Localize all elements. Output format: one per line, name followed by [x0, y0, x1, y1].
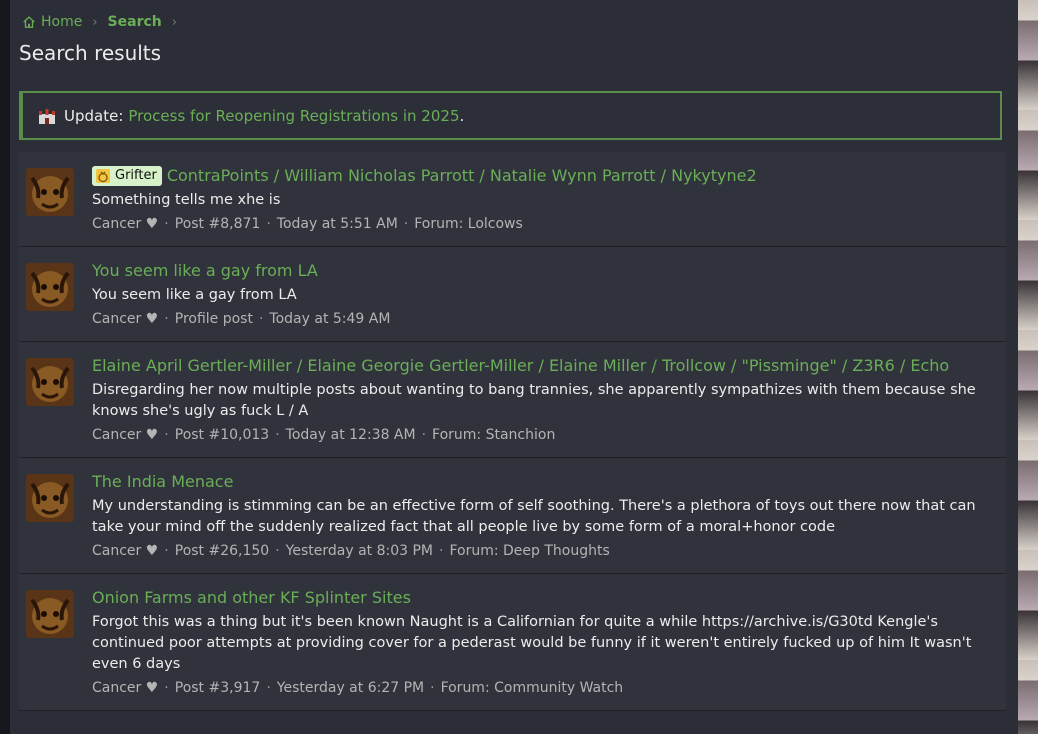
result-type: Profile post	[174, 311, 253, 327]
result-forum[interactable]: Forum: Community Watch	[441, 680, 624, 696]
result-meta: Cancer ♥ · Profile post · Today at 5:49 AM	[92, 311, 391, 327]
result-snippet: My understanding is stimming can be an e…	[92, 498, 976, 535]
result-snippet: Forgot this was a thing but it's been kn…	[92, 614, 972, 672]
breadcrumb-home[interactable]: Home	[22, 14, 82, 30]
result-snippet: Disregarding her now multiple posts abou…	[92, 382, 976, 419]
badge-label: Grifter	[115, 168, 157, 183]
search-result: You seem like a gay from LA You seem lik…	[19, 247, 1006, 342]
search-result: Grifter ContraPoints / William Nicholas …	[19, 152, 1006, 247]
notice-link[interactable]: Process for Reopening Registrations in 2…	[128, 107, 459, 125]
avatar[interactable]	[26, 168, 74, 216]
result-meta: Cancer ♥ · Post #8,871 · Today at 5:51 AM · Fo…	[92, 216, 523, 232]
result-forum[interactable]: Forum: Stanchion	[432, 427, 555, 443]
result-title-link[interactable]: Onion Farms and other KF Splinter Sites	[92, 586, 411, 610]
breadcrumb-home-label: Home	[41, 14, 83, 30]
avatar-image	[26, 358, 74, 406]
avatar-image	[26, 590, 74, 638]
search-result: Onion Farms and other KF Splinter Sites …	[19, 574, 1006, 711]
result-type: Post #10,013	[174, 427, 270, 443]
result-time: Today at 12:38 AM	[285, 427, 416, 443]
result-time: Today at 5:49 AM	[269, 311, 391, 327]
breadcrumb: Home › Search ›	[22, 14, 187, 30]
avatar-image	[26, 168, 74, 216]
result-author[interactable]: Cancer ♥	[92, 216, 158, 232]
page-body: Home › Search › Search results Update: P…	[10, 0, 1018, 734]
avatar-image	[26, 263, 74, 311]
result-time: Yesterday at 8:03 PM	[285, 543, 434, 559]
result-title-link[interactable]: You seem like a gay from LA	[92, 259, 318, 283]
notice-period: .	[459, 106, 465, 125]
result-type: Post #8,871	[174, 216, 261, 232]
result-type: Post #3,917	[174, 680, 261, 696]
result-author[interactable]: Cancer ♥	[92, 680, 158, 696]
result-author[interactable]: Cancer ♥	[92, 543, 158, 559]
avatar[interactable]	[26, 474, 74, 522]
avatar[interactable]	[26, 263, 74, 311]
result-author[interactable]: Cancer ♥	[92, 427, 158, 443]
site-notice: Update: Process for Reopening Registrati…	[19, 91, 1002, 140]
search-results-list: Grifter ContraPoints / William Nicholas …	[19, 152, 1006, 711]
result-forum[interactable]: Forum: Lolcows	[414, 216, 523, 232]
result-type: Post #26,150	[174, 543, 270, 559]
search-result: The India Menace My understanding is sti…	[19, 458, 1006, 574]
result-snippet: Something tells me xhe is	[92, 192, 281, 208]
result-meta: Cancer ♥ · Post #3,917 · Yesterday at 6:27 P…	[92, 680, 624, 696]
notice-lead: Update:	[64, 106, 124, 125]
result-title-link[interactable]: ContraPoints / William Nicholas Parrott …	[167, 164, 757, 188]
chevron-right-icon: ›	[92, 14, 98, 30]
search-result: Elaine April Gertler-Miller / Elaine Geo…	[19, 342, 1006, 458]
result-title-link[interactable]: Elaine April Gertler-Miller / Elaine Geo…	[92, 354, 949, 378]
result-meta: Cancer ♥ · Post #10,013 · Today at 12:38 AM ·…	[92, 427, 556, 443]
result-forum[interactable]: Forum: Deep Thoughts	[449, 543, 609, 559]
page-title: Search results	[19, 41, 162, 65]
home-icon	[23, 16, 35, 28]
result-author[interactable]: Cancer ♥	[92, 311, 158, 327]
avatar[interactable]	[26, 590, 74, 638]
chevron-right-icon: ›	[171, 14, 177, 30]
result-time: Today at 5:51 AM	[276, 216, 398, 232]
breadcrumb-search[interactable]: Search	[108, 14, 162, 30]
result-title-link[interactable]: The India Menace	[92, 470, 233, 494]
result-time: Yesterday at 6:27 PM	[276, 680, 425, 696]
result-snippet: You seem like a gay from LA	[92, 287, 297, 303]
avatar[interactable]	[26, 358, 74, 406]
money-bag-icon	[96, 169, 110, 183]
castle-icon	[39, 108, 55, 124]
result-meta: Cancer ♥ · Post #26,150 · Yesterday at 8:03 …	[92, 543, 610, 559]
background-left	[0, 0, 10, 734]
background-right-artwork	[1018, 0, 1038, 734]
user-title-badge: Grifter	[92, 166, 162, 186]
avatar-image	[26, 474, 74, 522]
